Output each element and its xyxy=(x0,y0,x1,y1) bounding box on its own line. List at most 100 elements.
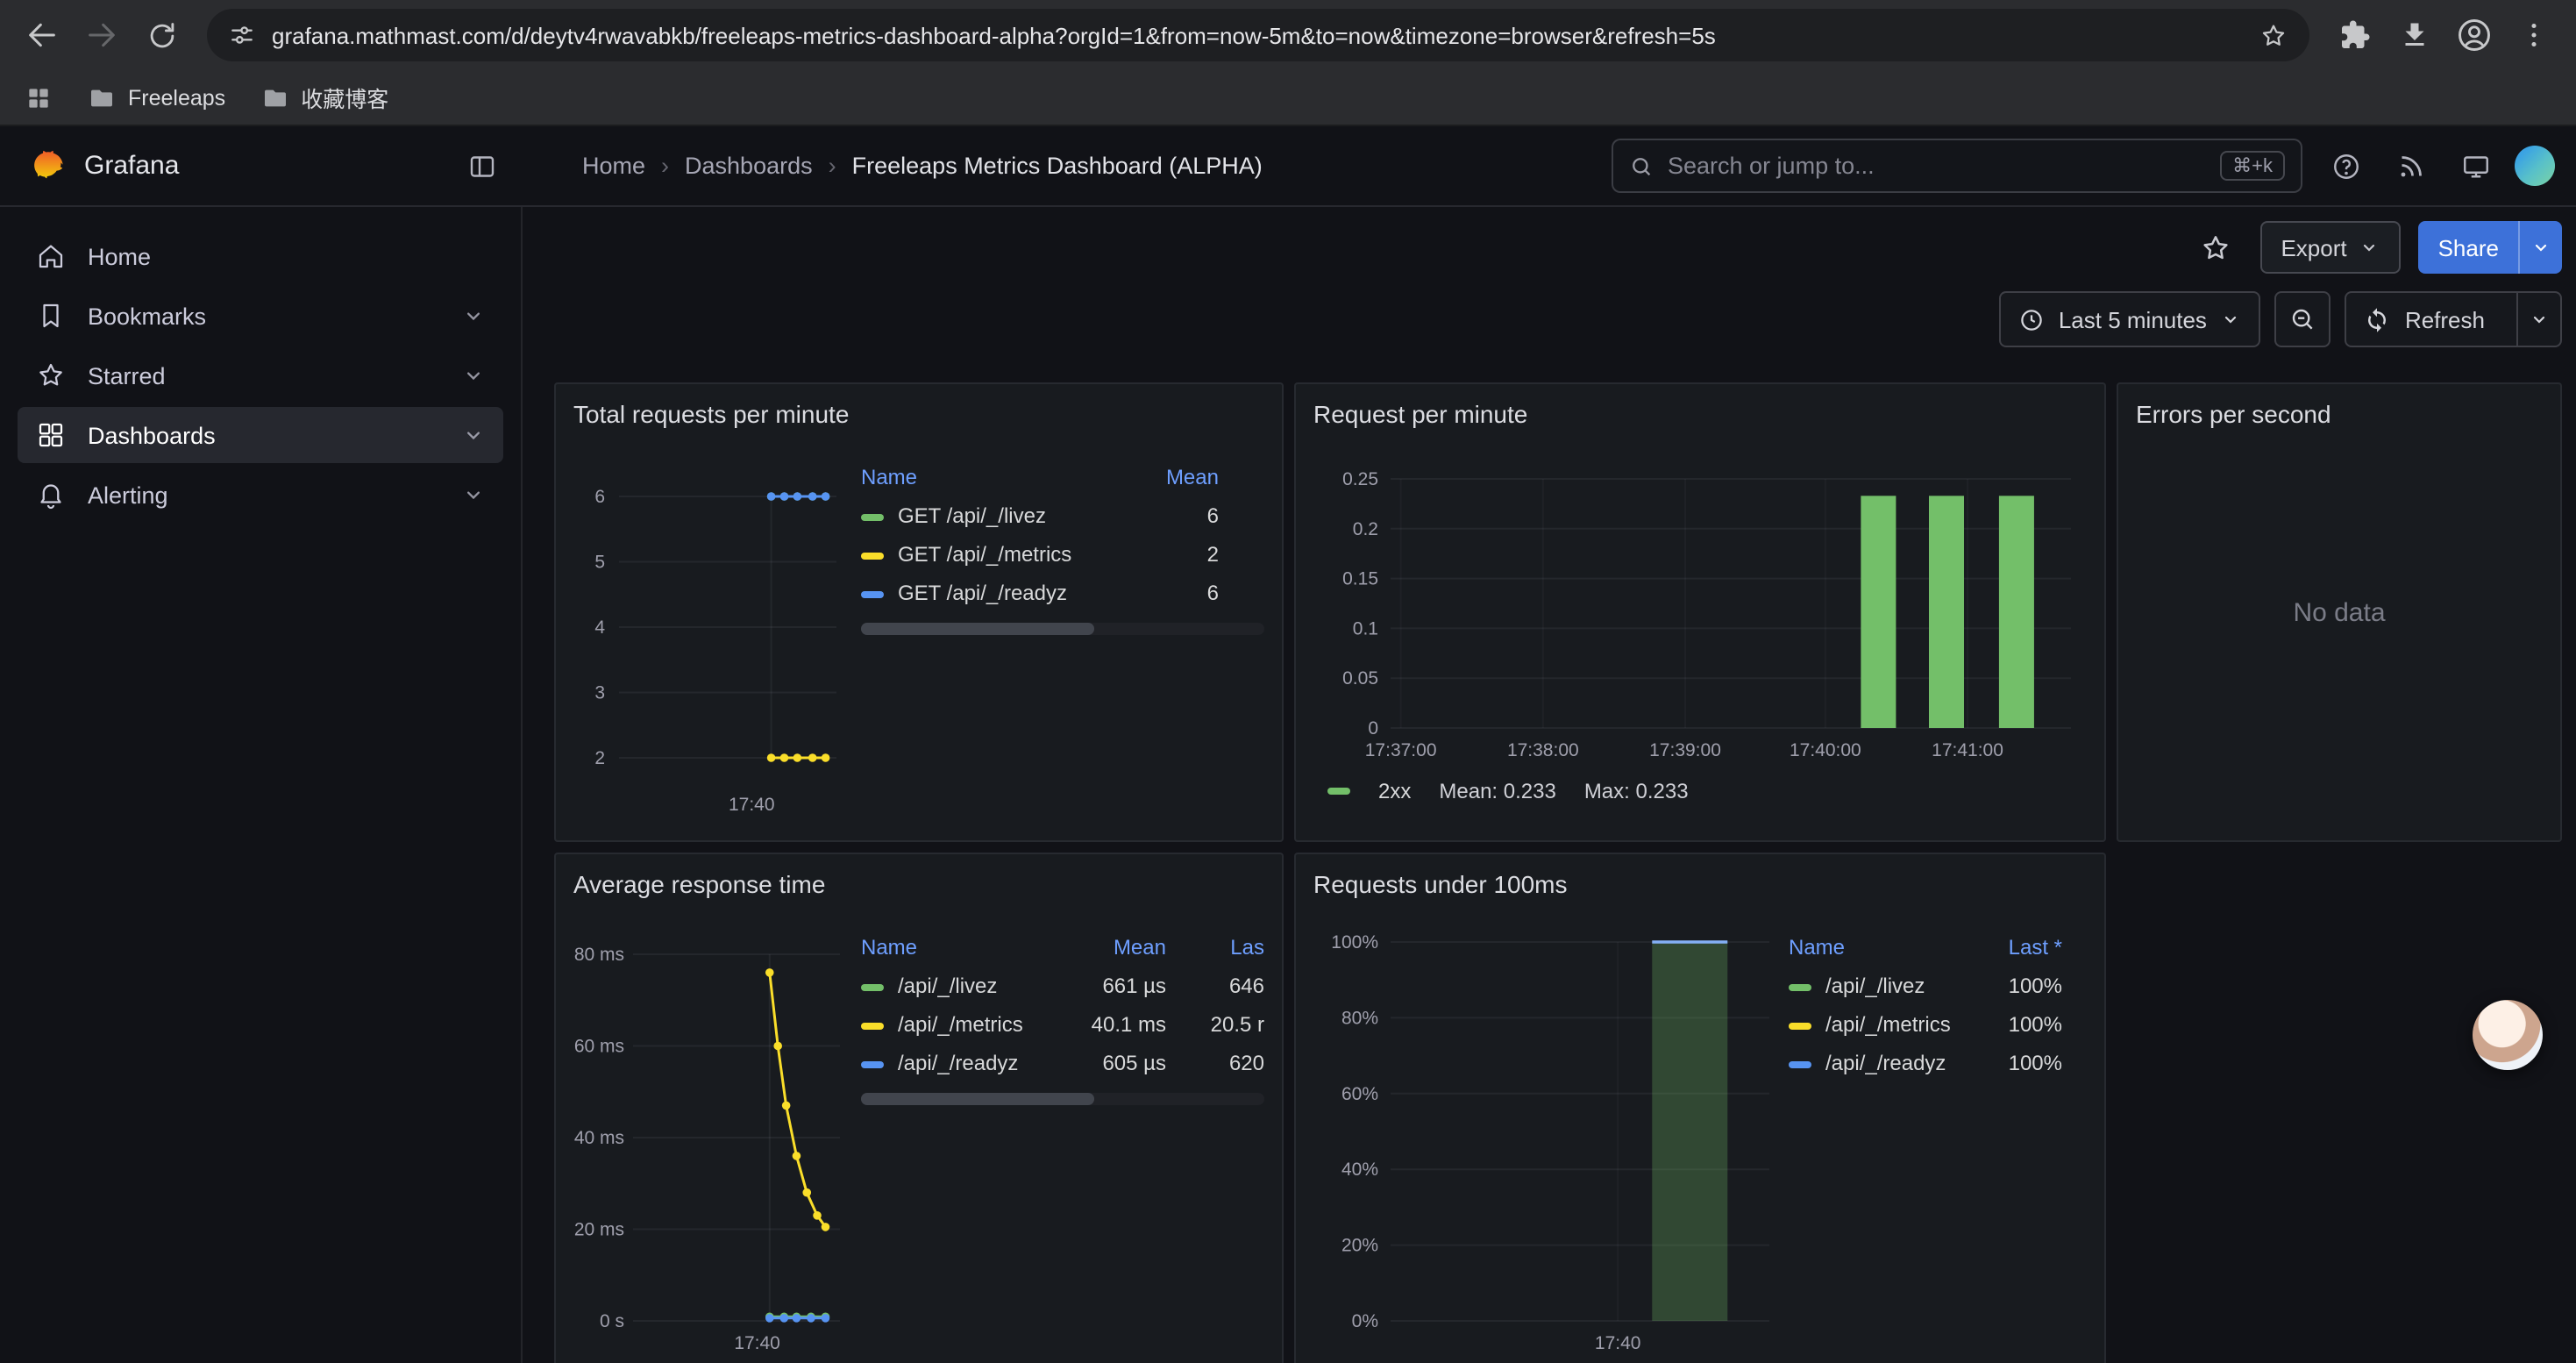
svg-text:80%: 80% xyxy=(1341,1008,1378,1028)
folder-icon xyxy=(88,83,116,111)
series-last: 646 xyxy=(1166,967,1264,1005)
series-name: /api/_/metrics xyxy=(1825,1012,1951,1037)
requests-per-minute-chart[interactable]: 0.250.20.150.10.05017:37:0017:38:0017:39… xyxy=(1313,437,2085,770)
legend-header-last[interactable]: Las xyxy=(1166,928,1264,967)
export-button[interactable]: Export xyxy=(2259,221,2401,274)
chevron-down-icon xyxy=(461,423,486,447)
legend-row[interactable]: GET /api/_/metrics 2 xyxy=(861,535,1264,574)
clock-icon xyxy=(2018,306,2045,332)
refresh-button[interactable]: Refresh xyxy=(2345,291,2562,347)
svg-text:80 ms: 80 ms xyxy=(574,945,624,965)
caret-down-icon xyxy=(2530,237,2551,258)
total-requests-chart[interactable]: 6543217:40 xyxy=(573,437,850,826)
export-label: Export xyxy=(2281,234,2346,260)
legend-row[interactable]: GET /api/_/readyz 6 xyxy=(861,574,1264,612)
brand-name[interactable]: Grafana xyxy=(84,151,179,181)
grafana-logo[interactable] xyxy=(28,146,67,185)
search-input[interactable] xyxy=(1668,153,2206,179)
panel-title[interactable]: Average response time xyxy=(573,863,1264,907)
favorite-dashboard-button[interactable] xyxy=(2189,221,2242,274)
sidebar-item-home[interactable]: Home xyxy=(18,228,503,284)
legend-row[interactable]: /api/_/readyz 100% xyxy=(1789,1044,2062,1082)
series-mean: 40.1 ms xyxy=(1043,1005,1166,1044)
svg-text:0.05: 0.05 xyxy=(1342,668,1378,689)
legend-row[interactable]: /api/_/readyz 605 µs 620 xyxy=(861,1044,1264,1082)
back-arrow-icon xyxy=(25,18,60,53)
refresh-label: Refresh xyxy=(2405,306,2485,332)
url-input[interactable] xyxy=(272,22,2243,48)
breadcrumb-dashboards[interactable]: Dashboards xyxy=(685,153,813,179)
legend-header-name[interactable]: Name xyxy=(861,928,1043,967)
legend-scrollbar[interactable] xyxy=(861,623,1264,635)
share-button[interactable]: Share xyxy=(2419,221,2562,274)
series-swatch xyxy=(1327,788,1350,795)
help-button[interactable] xyxy=(2320,139,2373,192)
search-icon xyxy=(1629,153,1654,178)
share-menu-caret[interactable] xyxy=(2518,221,2562,274)
legend-row[interactable]: /api/_/metrics 100% xyxy=(1789,1005,2062,1044)
legend-header-mean[interactable]: Mean xyxy=(1128,458,1264,496)
legend-header-mean[interactable]: Mean xyxy=(1043,928,1166,967)
search-box[interactable]: ⌘+k xyxy=(1612,139,2302,193)
svg-text:17:39:00: 17:39:00 xyxy=(1649,740,1721,760)
series-swatch xyxy=(1789,1023,1811,1030)
legend-scrollbar[interactable] xyxy=(861,1093,1264,1105)
back-button[interactable] xyxy=(14,7,70,63)
caret-down-icon xyxy=(2359,237,2380,258)
url-bar[interactable] xyxy=(207,9,2309,61)
user-avatar[interactable] xyxy=(2515,146,2555,186)
breadcrumb-home[interactable]: Home xyxy=(582,153,645,179)
forward-button[interactable] xyxy=(74,7,130,63)
search-shortcut-badge: ⌘+k xyxy=(2220,151,2285,181)
svg-text:0.2: 0.2 xyxy=(1353,519,1378,539)
chevron-down-icon xyxy=(461,363,486,388)
sidebar-item-bookmarks[interactable]: Bookmarks xyxy=(18,288,503,344)
sidebar-item-starred[interactable]: Starred xyxy=(18,347,503,403)
kiosk-mode-button[interactable] xyxy=(2450,139,2502,192)
refresh-interval-caret[interactable] xyxy=(2516,293,2560,346)
reload-button[interactable] xyxy=(133,7,189,63)
panel-average-response-time: Average response time 80 ms60 ms40 ms20 … xyxy=(554,853,1284,1363)
collapse-sidebar-button[interactable] xyxy=(466,150,498,182)
scrollbar-thumb[interactable] xyxy=(861,623,1095,635)
sidebar-item-alerting[interactable]: Alerting xyxy=(18,467,503,523)
breadcrumb-separator: › xyxy=(829,153,836,179)
under-100ms-chart[interactable]: 100%80%60%40%20%0%17:40 xyxy=(1313,907,1778,1356)
svg-text:20 ms: 20 ms xyxy=(574,1220,624,1240)
site-settings-icon[interactable] xyxy=(228,21,256,49)
bookmark-folder-blogs[interactable]: 收藏博客 xyxy=(260,81,388,114)
legend-row[interactable]: /api/_/metrics 40.1 ms 20.5 r xyxy=(861,1005,1264,1044)
downloads-button[interactable] xyxy=(2387,7,2443,63)
series-max: Max: 0.233 xyxy=(1584,779,1689,803)
legend-row[interactable]: /api/_/livez 100% xyxy=(1789,967,2062,1005)
panel-title[interactable]: Request per minute xyxy=(1313,393,2087,437)
svg-text:60%: 60% xyxy=(1341,1084,1378,1104)
time-range-picker[interactable]: Last 5 minutes xyxy=(1999,291,2261,347)
bookmark-icon xyxy=(35,300,67,332)
bookmark-star-icon[interactable] xyxy=(2259,20,2288,50)
news-feed-button[interactable] xyxy=(2385,139,2437,192)
series-name: /api/_/readyz xyxy=(898,1051,1018,1075)
sidebar-item-label: Dashboards xyxy=(88,422,216,448)
profile-button[interactable] xyxy=(2446,7,2502,63)
svg-text:0.25: 0.25 xyxy=(1342,469,1378,489)
legend-header-last[interactable]: Last * xyxy=(1953,928,2062,967)
legend-header-name[interactable]: Name xyxy=(1789,928,1953,967)
menu-button[interactable] xyxy=(2506,7,2562,63)
extensions-button[interactable] xyxy=(2327,7,2383,63)
sidebar-item-dashboards[interactable]: Dashboards xyxy=(18,407,503,463)
avg-response-chart[interactable]: 80 ms60 ms40 ms20 ms0 s17:40 xyxy=(573,907,850,1356)
legend-row[interactable]: /api/_/livez 661 µs 646 xyxy=(861,967,1264,1005)
panel-title[interactable]: Requests under 100ms xyxy=(1313,863,2087,907)
zoom-out-button[interactable] xyxy=(2275,291,2331,347)
bookmark-folder-freeleaps[interactable]: Freeleaps xyxy=(88,83,225,111)
floating-avatar-button[interactable] xyxy=(2473,1000,2543,1070)
svg-text:3: 3 xyxy=(594,683,605,703)
scrollbar-thumb[interactable] xyxy=(861,1093,1095,1105)
legend-header-name[interactable]: Name xyxy=(861,458,1128,496)
legend-row[interactable]: GET /api/_/livez 6 xyxy=(861,496,1264,535)
series-name[interactable]: 2xx xyxy=(1378,779,1411,803)
apps-grid-icon[interactable] xyxy=(25,83,53,111)
chevron-down-icon xyxy=(461,303,486,328)
panel-title[interactable]: Total requests per minute xyxy=(573,393,1264,437)
